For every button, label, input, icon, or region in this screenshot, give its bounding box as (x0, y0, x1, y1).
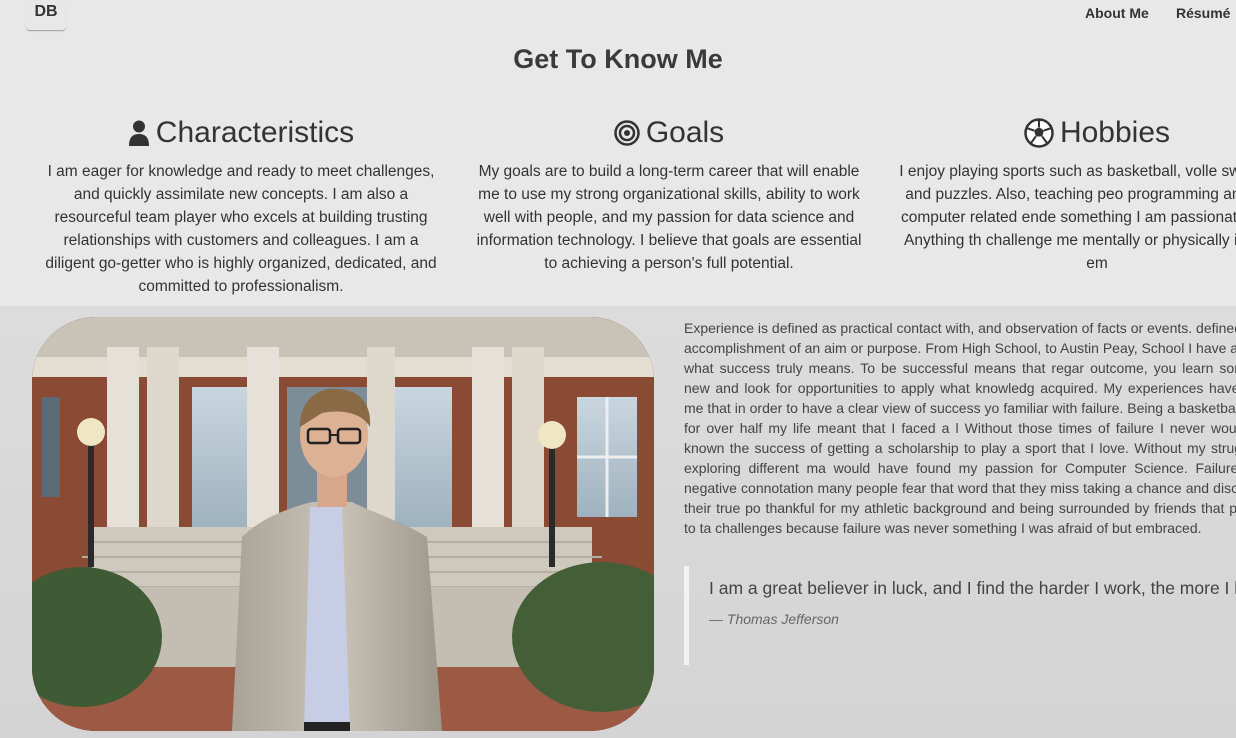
nav-resume-link[interactable]: Résumé (1176, 5, 1230, 21)
goals-section: Goals My goals are to build a long-term … (469, 116, 869, 275)
goals-title: Goals (645, 116, 725, 149)
target-icon (614, 120, 640, 146)
characteristics-section: Characteristics I am eager for knowledge… (41, 116, 441, 298)
hobbies-heading: Hobbies (897, 116, 1236, 150)
hobbies-section: Hobbies I enjoy playing sports such as b… (897, 116, 1236, 275)
brand-logo[interactable]: DB (26, 0, 66, 31)
hobbies-text: I enjoy playing sports such as basketbal… (899, 163, 1236, 272)
page-title: Get To Know Me (513, 44, 723, 74)
characteristics-title: Characteristics (155, 116, 355, 149)
about-story-section: Experience is defined as practical conta… (0, 306, 1236, 738)
quote-author: — Thomas Jefferson (709, 611, 839, 627)
goals-heading: Goals (469, 116, 869, 150)
hobbies-title: Hobbies (1059, 116, 1171, 149)
soccer-ball-icon (1024, 118, 1054, 148)
profile-photo (32, 317, 654, 731)
goals-text: My goals are to build a long-term career… (476, 163, 862, 272)
nav-about-me-link[interactable]: About Me (1085, 5, 1149, 21)
user-icon (128, 120, 150, 146)
characteristics-text: I am eager for knowledge and ready to me… (45, 163, 437, 295)
quote-block: I am a great believer in luck, and I fin… (684, 566, 1236, 665)
quote-text: I am a great believer in luck, and I fin… (709, 578, 1236, 598)
characteristics-heading: Characteristics (41, 116, 441, 150)
story-paragraph: Experience is defined as practical conta… (684, 320, 1236, 536)
